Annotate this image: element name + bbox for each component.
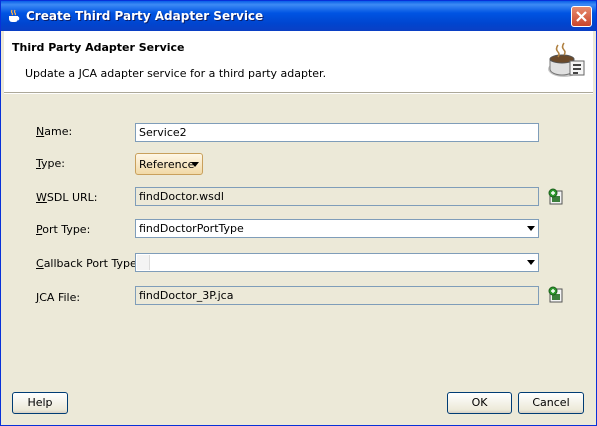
jca-file-value: findDoctor_3P.jca — [139, 289, 234, 302]
jca-file-label: JCA File: — [36, 291, 81, 304]
adapter-service-icon — [544, 39, 588, 83]
type-dropdown[interactable]: Reference — [135, 153, 203, 175]
jca-browse-button[interactable] — [547, 286, 565, 304]
callback-port-type-label: Callback Port Type: — [36, 257, 141, 270]
close-icon — [576, 11, 587, 22]
wsdl-url-value: findDoctor.wsdl — [139, 190, 224, 203]
ok-button[interactable]: OK — [447, 392, 512, 414]
port-type-value: findDoctorPortType — [139, 222, 244, 235]
help-button[interactable]: Help — [12, 392, 68, 414]
browse-file-icon — [548, 188, 563, 205]
chevron-down-icon — [527, 226, 535, 231]
close-button[interactable] — [571, 6, 592, 27]
coffee-cup-icon — [6, 8, 22, 24]
name-input[interactable]: Service2 — [135, 123, 539, 142]
type-label: Type: — [36, 157, 65, 170]
chevron-down-icon — [527, 260, 535, 265]
browse-file-icon — [548, 286, 563, 303]
callback-port-type-select[interactable] — [135, 253, 539, 272]
jca-file-field[interactable]: findDoctor_3P.jca — [135, 286, 539, 305]
header-subtitle: Update a JCA adapter service for a third… — [25, 67, 327, 80]
cancel-button[interactable]: Cancel — [518, 392, 584, 414]
wsdl-url-field[interactable]: findDoctor.wsdl — [135, 187, 539, 206]
dialog-header: Third Party Adapter Service Update a JCA… — [4, 31, 593, 92]
wsdl-browse-button[interactable] — [547, 188, 565, 206]
wsdl-url-label: WSDL URL: — [36, 191, 98, 204]
header-title: Third Party Adapter Service — [12, 41, 185, 54]
port-type-label: Port Type: — [36, 223, 91, 236]
type-dropdown-value: Reference — [139, 158, 195, 171]
chevron-down-icon — [191, 162, 199, 167]
name-input-value: Service2 — [139, 126, 187, 139]
window-title: Create Third Party Adapter Service — [26, 9, 264, 23]
header-separator — [4, 92, 593, 94]
title-bar[interactable]: Create Third Party Adapter Service — [1, 1, 596, 31]
dialog-window: Create Third Party Adapter Service Third… — [0, 0, 597, 426]
port-type-select[interactable]: findDoctorPortType — [135, 219, 539, 238]
name-label: Name: — [36, 125, 73, 138]
